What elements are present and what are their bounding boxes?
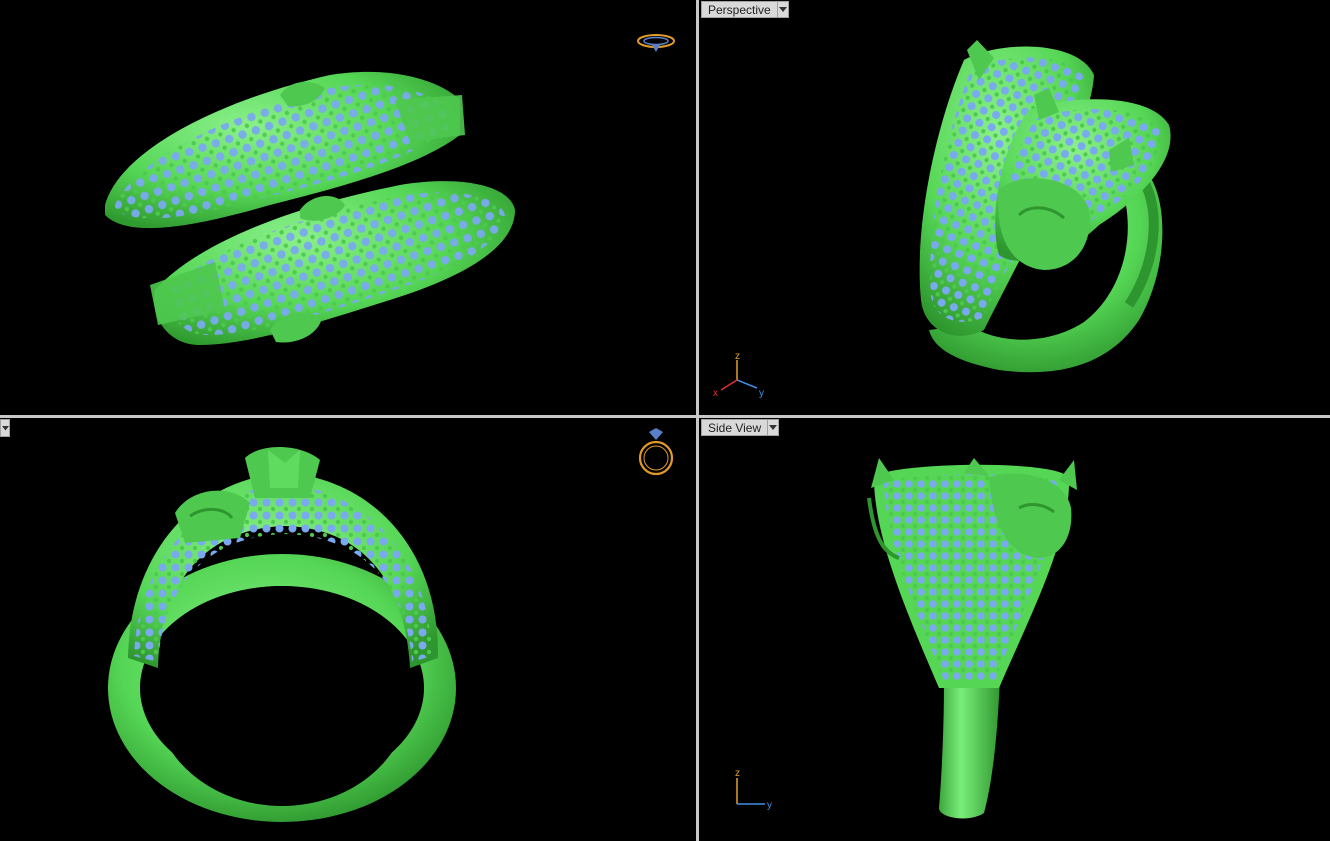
axis-triad-perspective: z y x (713, 351, 764, 399)
axis-triad-side: z y (735, 768, 772, 811)
axis-x-label: x (713, 388, 718, 399)
ring-model-perspective (919, 40, 1171, 373)
viewport-front[interactable] (0, 418, 696, 841)
viewport-perspective[interactable]: Perspective z y x (699, 0, 1330, 415)
viewport-top[interactable] (0, 0, 696, 415)
axis-z-label: z (735, 351, 740, 362)
ring-front-icon[interactable] (636, 426, 676, 478)
ring-top-icon[interactable] (636, 32, 676, 54)
side-axis-y-label: y (767, 800, 772, 811)
ring-model-front (108, 446, 456, 822)
side-axis-z-label: z (735, 768, 740, 779)
axis-y-label: y (759, 388, 764, 399)
ring-model-side (867, 458, 1077, 819)
viewport-side[interactable]: Side View z y (699, 418, 1330, 841)
ring-model-top (105, 71, 515, 345)
